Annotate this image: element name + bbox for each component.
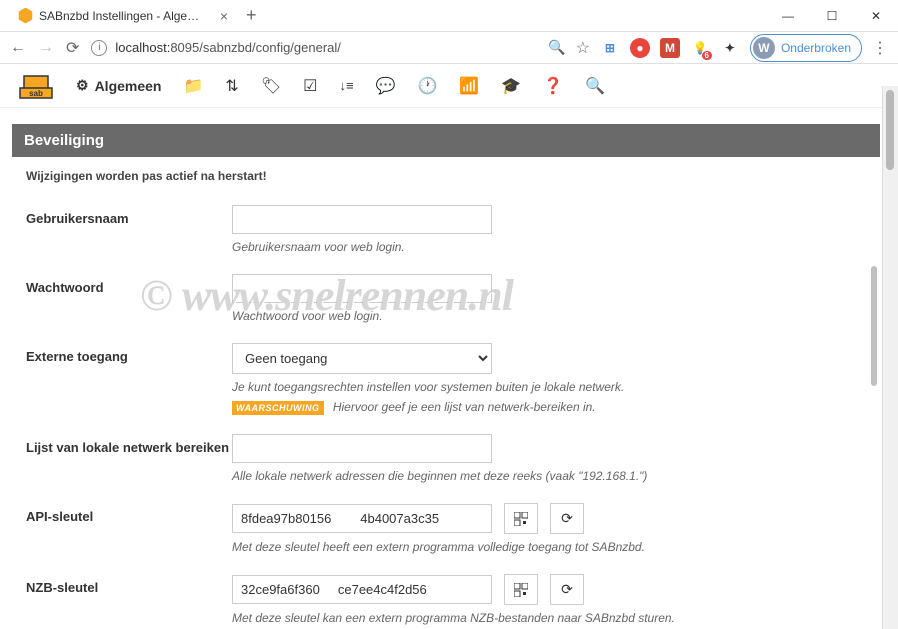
- app-toolbar: sab ⚙ Algemeen 📁 ⇅ 🏷 ☑ ↓≡ 💬 🕐 📶 🎓 ❓ 🔍: [0, 64, 898, 108]
- localnets-input[interactable]: [232, 434, 492, 463]
- browser-tab[interactable]: SABnzbd Instellingen - Algemeen ×: [8, 2, 238, 30]
- svg-text:sab: sab: [29, 89, 43, 98]
- browser-address-bar: ← → ⟳ i localhost:8095/sabnzbd/config/ge…: [0, 32, 898, 64]
- browser-menu-icon[interactable]: ⋮: [872, 38, 888, 58]
- info-icon[interactable]: i: [91, 40, 107, 56]
- apikey-refresh-button[interactable]: ⟳: [550, 503, 584, 534]
- gear-icon: ⚙: [76, 77, 89, 94]
- toolbar-general[interactable]: ⚙ Algemeen: [76, 77, 161, 94]
- external-select[interactable]: Geen toegang: [232, 343, 492, 374]
- reload-button[interactable]: ⟳: [66, 38, 79, 58]
- nzbkey-label: NZB-sleutel: [26, 574, 232, 595]
- content-area: Beveiliging Wijzigingen worden pas actie…: [0, 108, 898, 629]
- back-button[interactable]: ←: [10, 39, 26, 57]
- education-icon[interactable]: 🎓: [501, 76, 521, 96]
- extension-4-icon[interactable]: 💡6: [690, 38, 710, 58]
- tab-favicon: [18, 8, 33, 24]
- nzbkey-qr-button[interactable]: [504, 574, 538, 605]
- close-window-button[interactable]: ✕: [854, 1, 898, 31]
- external-label: Externe toegang: [26, 343, 232, 364]
- help-icon[interactable]: ❓: [543, 76, 563, 96]
- new-tab-button[interactable]: +: [246, 5, 257, 26]
- nzbkey-refresh-button[interactable]: ⟳: [550, 574, 584, 605]
- row-username: Gebruikersnaam Gebruikersnaam voor web l…: [26, 195, 866, 264]
- search-icon[interactable]: 🔍: [585, 76, 605, 96]
- inner-scrollbar-thumb[interactable]: [871, 266, 877, 386]
- url-box[interactable]: i localhost:8095/sabnzbd/config/general/: [91, 40, 536, 56]
- extensions-menu-icon[interactable]: ✦: [720, 38, 740, 58]
- password-input[interactable]: [232, 274, 492, 303]
- outer-scrollbar-track[interactable]: [882, 86, 898, 629]
- extension-2-icon[interactable]: ●: [630, 38, 650, 58]
- apikey-help: Met deze sleutel heeft een extern progra…: [232, 540, 866, 554]
- toolbar-general-label: Algemeen: [95, 78, 162, 94]
- profile-chip[interactable]: W Onderbroken: [750, 34, 862, 62]
- row-password: Wachtwoord Wachtwoord voor web login.: [26, 264, 866, 333]
- clock-icon[interactable]: 🕐: [417, 76, 437, 96]
- password-help: Wachtwoord voor web login.: [232, 309, 866, 323]
- browser-titlebar: SABnzbd Instellingen - Algemeen × + — ☐ …: [0, 0, 898, 32]
- apikey-input[interactable]: [232, 504, 492, 533]
- profile-status: Onderbroken: [781, 41, 851, 55]
- apikey-qr-button[interactable]: [504, 503, 538, 534]
- rss-icon[interactable]: 📶: [459, 76, 479, 96]
- row-local-networks: Lijst van lokale netwerk bereiken Alle l…: [26, 424, 866, 493]
- username-input[interactable]: [232, 205, 492, 234]
- tag-icon[interactable]: 🏷: [261, 76, 281, 96]
- username-help: Gebruikersnaam voor web login.: [232, 240, 866, 254]
- extension-1-icon[interactable]: ⊞: [600, 38, 620, 58]
- zoom-icon[interactable]: 🔍: [548, 39, 565, 56]
- outer-scrollbar-thumb[interactable]: [886, 90, 894, 170]
- warning-badge: WAARSCHUWING: [232, 401, 324, 415]
- extension-3-icon[interactable]: M: [660, 38, 680, 58]
- browser-actions: 🔍 ☆ ⊞ ● M 💡6 ✦ W Onderbroken ⋮: [548, 34, 888, 62]
- row-nzb-key: NZB-sleutel ⟳ Met deze sleutel kan een e…: [26, 564, 866, 629]
- section-header: Beveiliging: [12, 124, 880, 157]
- username-label: Gebruikersnaam: [26, 205, 232, 226]
- chat-icon[interactable]: 💬: [376, 76, 396, 96]
- localnets-label: Lijst van lokale netwerk bereiken: [26, 434, 232, 455]
- check-icon[interactable]: ☑: [303, 76, 317, 96]
- tab-title: SABnzbd Instellingen - Algemeen: [39, 9, 206, 23]
- external-help1: Je kunt toegangsrechten instellen voor s…: [232, 380, 866, 394]
- inner-scrollbar-track[interactable]: [868, 86, 880, 629]
- apikey-label: API-sleutel: [26, 503, 232, 524]
- forward-button[interactable]: →: [38, 39, 54, 57]
- sort-icon[interactable]: ⇅: [225, 76, 238, 96]
- avatar: W: [753, 37, 775, 59]
- localnets-help: Alle lokale netwerk adressen die beginne…: [232, 469, 866, 483]
- priority-icon[interactable]: ↓≡: [339, 78, 353, 93]
- row-api-key: API-sleutel ⟳ Met deze sleutel heeft een…: [26, 493, 866, 564]
- sabnzbd-logo[interactable]: sab: [18, 72, 54, 100]
- external-help2: Hiervoor geef je een lijst van netwerk-b…: [333, 400, 596, 414]
- password-label: Wachtwoord: [26, 274, 232, 295]
- bookmark-icon[interactable]: ☆: [576, 38, 590, 58]
- window-controls: — ☐ ✕: [766, 1, 898, 31]
- nzbkey-help: Met deze sleutel kan een extern programm…: [232, 611, 866, 625]
- minimize-button[interactable]: —: [766, 1, 810, 31]
- nzbkey-input[interactable]: [232, 575, 492, 604]
- row-external-access: Externe toegang Geen toegang Je kunt toe…: [26, 333, 866, 424]
- close-tab-icon[interactable]: ×: [220, 9, 228, 23]
- restart-warning: Wijzigingen worden pas actief na herstar…: [12, 157, 880, 195]
- maximize-button[interactable]: ☐: [810, 1, 854, 31]
- url-text: localhost:8095/sabnzbd/config/general/: [115, 40, 341, 55]
- form: Gebruikersnaam Gebruikersnaam voor web l…: [12, 195, 880, 629]
- folder-icon[interactable]: 📁: [183, 76, 203, 96]
